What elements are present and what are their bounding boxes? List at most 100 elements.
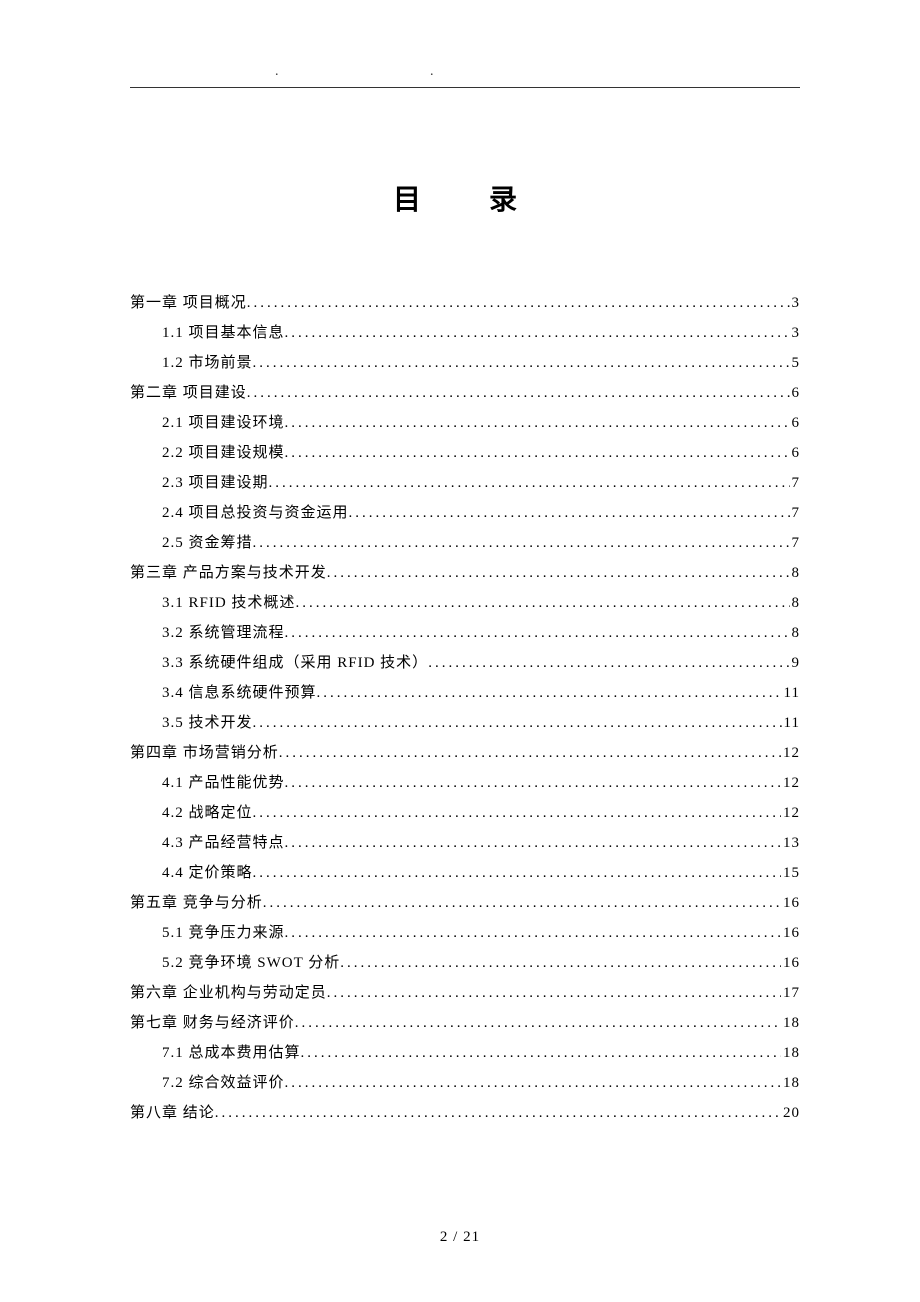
toc-entry[interactable]: 3.5 技术开发 11 bbox=[130, 708, 800, 738]
toc-entry-page: 12 bbox=[781, 798, 800, 828]
toc-entry-page: 16 bbox=[781, 948, 800, 978]
toc-entry[interactable]: 4.2 战略定位 12 bbox=[130, 798, 800, 828]
toc-entry-label: 第七章 财务与经济评价 bbox=[130, 1008, 295, 1038]
toc-entry[interactable]: 7.1 总成本费用估算18 bbox=[130, 1038, 800, 1068]
toc-entry-page: 18 bbox=[781, 1008, 800, 1038]
toc-entry[interactable]: 第三章 产品方案与技术开发 8 bbox=[130, 558, 800, 588]
toc-entry-page: 13 bbox=[781, 828, 800, 858]
toc-entry-label: 2.3 项目建设期 bbox=[162, 468, 269, 498]
toc-entry-page: 20 bbox=[781, 1098, 800, 1128]
toc-leader-dots bbox=[285, 438, 790, 468]
toc-entry[interactable]: 5.2 竞争环境 SWOT 分析 16 bbox=[130, 948, 800, 978]
toc-entry[interactable]: 第五章 竞争与分析16 bbox=[130, 888, 800, 918]
table-of-contents: 第一章 项目概况31.1 项目基本信息31.2 市场前景5第二章 项目建设62.… bbox=[130, 288, 800, 1128]
toc-entry-page: 8 bbox=[790, 558, 801, 588]
toc-entry-label: 3.3 系统硬件组成（采用 RFID 技术） bbox=[162, 648, 428, 678]
toc-leader-dots bbox=[327, 558, 790, 588]
toc-entry-page: 12 bbox=[781, 768, 800, 798]
toc-entry-label: 第六章 企业机构与劳动定员 bbox=[130, 978, 327, 1008]
toc-entry[interactable]: 第七章 财务与经济评价 18 bbox=[130, 1008, 800, 1038]
toc-entry-label: 2.5 资金筹措 bbox=[162, 528, 253, 558]
toc-title: 目 录 bbox=[130, 178, 800, 218]
toc-entry[interactable]: 2.2 项目建设规模6 bbox=[130, 438, 800, 468]
toc-leader-dots bbox=[247, 378, 790, 408]
toc-leader-dots bbox=[349, 498, 790, 528]
toc-leader-dots bbox=[253, 798, 781, 828]
toc-entry-label: 2.2 项目建设规模 bbox=[162, 438, 285, 468]
toc-entry-label: 2.4 项目总投资与资金运用 bbox=[162, 498, 349, 528]
toc-entry-page: 12 bbox=[781, 738, 800, 768]
toc-entry-page: 11 bbox=[782, 708, 800, 738]
toc-entry[interactable]: 4.3 产品经营特点 13 bbox=[130, 828, 800, 858]
toc-entry-label: 1.2 市场前景 bbox=[162, 348, 253, 378]
toc-entry[interactable]: 第四章 市场营销分析 12 bbox=[130, 738, 800, 768]
toc-entry[interactable]: 1.1 项目基本信息3 bbox=[130, 318, 800, 348]
toc-leader-dots bbox=[279, 738, 781, 768]
toc-entry[interactable]: 3.3 系统硬件组成（采用 RFID 技术） 9 bbox=[130, 648, 800, 678]
toc-entry-label: 5.2 竞争环境 SWOT 分析 bbox=[162, 948, 340, 978]
toc-entry[interactable]: 7.2 综合效益评价 18 bbox=[130, 1068, 800, 1098]
toc-entry-page: 15 bbox=[781, 858, 800, 888]
toc-entry[interactable]: 2.3 项目建设期 7 bbox=[130, 468, 800, 498]
header-rule bbox=[130, 80, 800, 88]
toc-entry[interactable]: 第一章 项目概况3 bbox=[130, 288, 800, 318]
toc-entry-page: 16 bbox=[781, 918, 800, 948]
toc-leader-dots bbox=[263, 888, 781, 918]
toc-entry[interactable]: 2.4 项目总投资与资金运用 7 bbox=[130, 498, 800, 528]
toc-entry-label: 4.2 战略定位 bbox=[162, 798, 253, 828]
toc-entry[interactable]: 第八章 结论20 bbox=[130, 1098, 800, 1128]
toc-entry-label: 3.5 技术开发 bbox=[162, 708, 253, 738]
toc-entry-label: 3.2 系统管理流程 bbox=[162, 618, 285, 648]
toc-leader-dots bbox=[253, 858, 781, 888]
toc-entry-label: 3.4 信息系统硬件预算 bbox=[162, 678, 317, 708]
toc-entry[interactable]: 3.1 RFID 技术概述8 bbox=[130, 588, 800, 618]
toc-leader-dots bbox=[253, 528, 790, 558]
toc-entry-label: 第四章 市场营销分析 bbox=[130, 738, 279, 768]
toc-entry-page: 11 bbox=[782, 678, 800, 708]
toc-leader-dots bbox=[253, 348, 790, 378]
toc-entry[interactable]: 3.4 信息系统硬件预算 11 bbox=[130, 678, 800, 708]
toc-leader-dots bbox=[215, 1098, 781, 1128]
toc-leader-dots bbox=[285, 318, 790, 348]
toc-entry[interactable]: 第二章 项目建设 6 bbox=[130, 378, 800, 408]
toc-leader-dots bbox=[285, 918, 781, 948]
toc-leader-dots bbox=[285, 1068, 781, 1098]
toc-leader-dots bbox=[253, 708, 782, 738]
toc-entry-page: 5 bbox=[790, 348, 801, 378]
toc-entry-label: 第二章 项目建设 bbox=[130, 378, 247, 408]
toc-entry[interactable]: 第六章 企业机构与劳动定员17 bbox=[130, 978, 800, 1008]
page-footer: 2 / 21 bbox=[0, 1229, 920, 1246]
toc-leader-dots bbox=[295, 1008, 781, 1038]
toc-entry-page: 6 bbox=[790, 408, 801, 438]
toc-entry[interactable]: 2.5 资金筹措7 bbox=[130, 528, 800, 558]
toc-entry-page: 3 bbox=[790, 318, 801, 348]
toc-entry-label: 第三章 产品方案与技术开发 bbox=[130, 558, 327, 588]
toc-entry-label: 第五章 竞争与分析 bbox=[130, 888, 263, 918]
toc-entry-label: 3.1 RFID 技术概述 bbox=[162, 588, 295, 618]
toc-leader-dots bbox=[301, 1038, 781, 1068]
toc-leader-dots bbox=[428, 648, 789, 678]
toc-entry-page: 7 bbox=[790, 468, 801, 498]
toc-entry-label: 4.1 产品性能优势 bbox=[162, 768, 285, 798]
toc-entry-label: 7.2 综合效益评价 bbox=[162, 1068, 285, 1098]
toc-entry[interactable]: 3.2 系统管理流程8 bbox=[130, 618, 800, 648]
toc-entry[interactable]: 2.1 项目建设环境 6 bbox=[130, 408, 800, 438]
toc-entry-page: 9 bbox=[790, 648, 801, 678]
toc-entry[interactable]: 5.1 竞争压力来源16 bbox=[130, 918, 800, 948]
toc-entry[interactable]: 4.4 定价策略 15 bbox=[130, 858, 800, 888]
toc-leader-dots bbox=[340, 948, 781, 978]
toc-leader-dots bbox=[269, 468, 790, 498]
toc-leader-dots bbox=[295, 588, 789, 618]
toc-entry[interactable]: 1.2 市场前景 5 bbox=[130, 348, 800, 378]
toc-entry-page: 18 bbox=[781, 1068, 800, 1098]
toc-entry[interactable]: 4.1 产品性能优势 12 bbox=[130, 768, 800, 798]
toc-entry-label: 2.1 项目建设环境 bbox=[162, 408, 285, 438]
toc-entry-page: 7 bbox=[790, 498, 801, 528]
toc-entry-page: 6 bbox=[790, 378, 801, 408]
toc-entry-label: 第一章 项目概况 bbox=[130, 288, 247, 318]
toc-entry-page: 18 bbox=[781, 1038, 800, 1068]
toc-leader-dots bbox=[285, 408, 790, 438]
toc-entry-label: 4.3 产品经营特点 bbox=[162, 828, 285, 858]
toc-leader-dots bbox=[285, 618, 790, 648]
toc-entry-label: 4.4 定价策略 bbox=[162, 858, 253, 888]
